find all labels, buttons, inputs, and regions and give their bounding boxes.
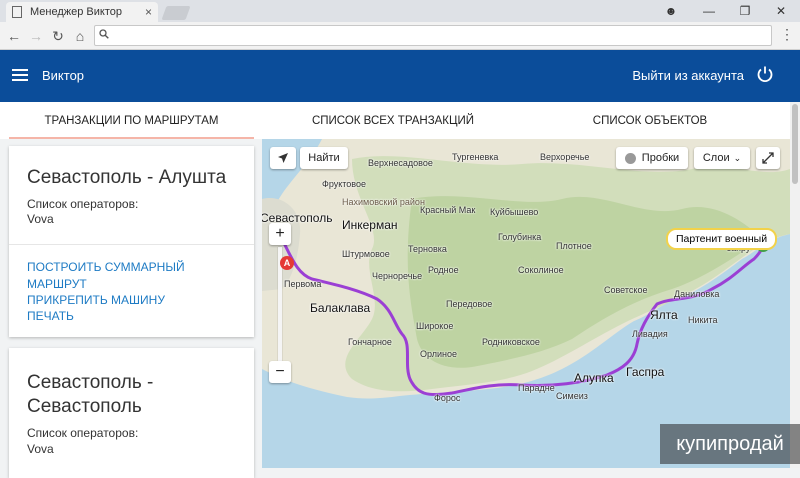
map-label: Черноречье <box>372 271 423 281</box>
user-name: Виктор <box>42 68 85 83</box>
browser-toolbar: ← → ↻ ⌂ ⋮ <box>0 22 800 50</box>
traffic-button[interactable]: Пробки <box>616 147 688 169</box>
map-label: Форос <box>434 393 461 403</box>
operators-label: Список операторов: <box>27 197 139 211</box>
menu-icon[interactable] <box>12 69 28 81</box>
map-label: Фруктовое <box>322 179 367 189</box>
watermark-text: купипродай <box>660 424 800 464</box>
map-label: Никита <box>688 315 718 325</box>
scrollbar-thumb[interactable] <box>792 104 798 184</box>
map-label: Красный Мак <box>420 205 476 215</box>
destination-label: Партенит военный <box>666 228 778 250</box>
map-label: Плотное <box>556 241 592 251</box>
find-button[interactable]: Найти <box>300 147 348 169</box>
tab-route-transactions[interactable]: ТРАНЗАКЦИИ ПО МАРШРУТАМ <box>9 102 254 139</box>
reload-button[interactable]: ↻ <box>48 26 68 46</box>
expand-icon <box>762 152 774 164</box>
locate-button[interactable] <box>270 147 296 169</box>
home-button[interactable]: ⌂ <box>70 26 90 46</box>
map-label: Гаспра <box>626 365 665 379</box>
build-route-button[interactable]: ПОСТРОИТЬ СУММАРНЫЙ МАРШРУТ <box>27 259 185 292</box>
build-route-line1: ПОСТРОИТЬ СУММАРНЫЙ <box>27 260 185 274</box>
map-label: Советское <box>604 285 648 295</box>
map-label: Голубинка <box>498 232 542 242</box>
map-label: Первома <box>284 279 322 289</box>
tab-close-icon[interactable]: × <box>145 5 152 19</box>
route-title-line2: Севастополь <box>27 396 142 417</box>
map-label: Орлиное <box>420 349 457 359</box>
account-icon[interactable]: ☻ <box>654 0 688 22</box>
tab-objects[interactable]: СПИСОК ОБЪЕКТОВ <box>510 102 790 139</box>
map-label: Широкое <box>416 321 454 331</box>
map-label: Родное <box>428 265 459 275</box>
layers-button[interactable]: Слои ⌄ <box>694 147 750 169</box>
minimize-button[interactable]: — <box>692 0 726 22</box>
map-label: Верхоречье <box>540 152 590 162</box>
map-label: Нахимовский район <box>342 197 425 207</box>
map-label: Алупка <box>574 371 614 385</box>
document-icon <box>12 6 22 18</box>
address-input[interactable] <box>113 27 767 45</box>
map-label: Верхнесадовое <box>368 158 433 168</box>
traffic-label: Пробки <box>641 152 680 164</box>
build-route-line2: МАРШРУТ <box>27 276 87 291</box>
route-card: Севастополь - Алушта Список операторов: … <box>9 146 254 337</box>
new-tab-button[interactable] <box>161 6 191 20</box>
restore-button[interactable]: ❐ <box>728 0 762 22</box>
app-tabs: ТРАНЗАКЦИИ ПО МАРШРУТАМ СПИСОК ВСЕХ ТРАН… <box>0 102 800 139</box>
map-label: Куйбышево <box>490 207 539 217</box>
power-icon[interactable] <box>756 65 774 83</box>
chevron-down-icon: ⌄ <box>733 152 742 163</box>
map-label: Симеиз <box>556 391 588 401</box>
tab-all-transactions[interactable]: СПИСОК ВСЕХ ТРАНЗАКЦИЙ <box>262 102 524 139</box>
forward-button[interactable]: → <box>26 26 46 46</box>
page-scrollbar[interactable] <box>790 102 800 468</box>
map-label: Штурмовое <box>342 249 390 259</box>
address-bar[interactable] <box>94 25 772 46</box>
route-title: Севастополь - Алушта <box>27 167 227 188</box>
map-label: Передовое <box>446 299 493 309</box>
operators-value: Vova <box>27 442 54 456</box>
zoom-out-button[interactable]: − <box>269 361 291 383</box>
route-title-line1: Севастополь - <box>27 372 154 393</box>
route-card: Севастополь - Севастополь Список операто… <box>9 348 254 478</box>
print-button[interactable]: ПЕЧАТЬ <box>27 308 74 325</box>
map-label: Инкерман <box>342 218 398 232</box>
map-label: Родниковское <box>482 337 540 347</box>
map-label: Соколиное <box>518 265 564 275</box>
location-arrow-icon <box>278 153 288 163</box>
browser-tab-title: Менеджер Виктор <box>30 6 122 18</box>
fullscreen-button[interactable] <box>756 147 780 169</box>
back-button[interactable]: ← <box>4 26 24 46</box>
divider <box>9 244 254 245</box>
map-label: Тургеневка <box>452 152 499 162</box>
map-label: Ливадия <box>632 329 668 339</box>
search-icon <box>99 29 109 42</box>
map-label: Парадне <box>518 383 555 393</box>
zoom-in-button[interactable]: + <box>269 223 291 245</box>
operators-label: Список операторов: <box>27 426 139 440</box>
operators-value: Vova <box>27 212 54 226</box>
traffic-icon <box>624 152 636 164</box>
browser-tabstrip: Менеджер Виктор × ☻ — ❐ ✕ <box>0 0 800 22</box>
attach-vehicle-button[interactable]: ПРИКРЕПИТЬ МАШИНУ <box>27 292 165 309</box>
close-window-button[interactable]: ✕ <box>764 0 798 22</box>
browser-tab[interactable]: Менеджер Виктор × <box>6 2 158 22</box>
route-map[interactable]: Севастополь Инкерман Балаклава Ялта Алуп… <box>262 139 790 468</box>
route-start-marker[interactable]: A <box>280 256 294 270</box>
layers-label: Слои <box>702 152 730 164</box>
map-label: Балаклава <box>310 301 371 315</box>
logout-link[interactable]: Выйти из аккаунта <box>632 68 744 83</box>
app-header: Виктор Выйти из аккаунта <box>0 50 800 102</box>
browser-menu-icon[interactable]: ⋮ <box>780 26 794 43</box>
map-label: Ялта <box>650 308 678 322</box>
map-label: Гончарное <box>348 337 392 347</box>
map-label: Терновка <box>408 244 447 254</box>
map-label: Даниловка <box>674 289 720 299</box>
